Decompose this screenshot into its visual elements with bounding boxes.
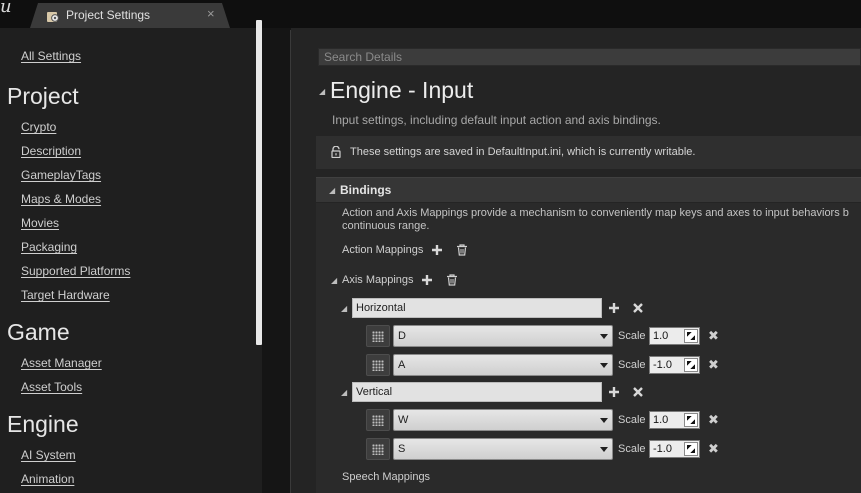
title-bar: u Project Settings ×	[0, 0, 861, 28]
category-supported-platforms[interactable]: Supported Platforms	[21, 264, 130, 278]
keyboard-icon	[372, 331, 384, 342]
key-selector-button[interactable]	[366, 409, 390, 431]
category-asset-tools[interactable]: Asset Tools	[21, 380, 82, 394]
plus-icon[interactable]	[431, 244, 443, 256]
scale-value: -1.0	[653, 443, 672, 455]
chevron-down-icon	[600, 447, 608, 452]
category-crypto[interactable]: Crypto	[21, 120, 56, 134]
key-selector-button[interactable]	[366, 354, 390, 376]
key-selector-button[interactable]	[366, 325, 390, 347]
section-engine: Engine	[7, 411, 79, 437]
category-gameplaytags[interactable]: GameplayTags	[21, 168, 101, 182]
bindings-description: Action and Axis Mappings provide a mecha…	[342, 207, 861, 233]
category-asset-manager[interactable]: Asset Manager	[21, 356, 102, 370]
category-ai-system[interactable]: AI System	[21, 448, 76, 462]
plus-icon[interactable]	[608, 302, 620, 314]
scale-input[interactable]: -1.0	[649, 356, 700, 374]
collapse-arrow-icon[interactable]: ◢	[341, 304, 347, 313]
close-icon[interactable]	[632, 302, 644, 314]
scale-label: Scale	[618, 443, 646, 455]
spinner-icon[interactable]	[684, 442, 698, 456]
bindings-description-line: Action and Axis Mappings provide a mecha…	[342, 207, 849, 219]
axis-name-input[interactable]: Vertical	[352, 382, 602, 402]
keyboard-icon	[372, 360, 384, 371]
remove-key-button[interactable]: ✖	[708, 412, 719, 428]
trash-icon[interactable]	[446, 274, 458, 286]
remove-key-button[interactable]: ✖	[708, 441, 719, 457]
axis-name-input[interactable]: Horizontal	[352, 298, 602, 318]
key-value: D	[398, 330, 406, 342]
collapse-arrow-icon[interactable]: ◢	[341, 388, 347, 397]
collapse-arrow-icon[interactable]: ◢	[329, 186, 335, 195]
bindings-description-line: continuous range.	[342, 220, 430, 232]
tab-label: Project Settings	[66, 8, 151, 22]
plus-icon[interactable]	[421, 274, 433, 286]
tab-project-settings[interactable]: Project Settings ×	[30, 3, 230, 28]
keyboard-icon	[372, 444, 384, 455]
scale-label: Scale	[618, 359, 646, 371]
scale-label: Scale	[618, 330, 646, 342]
category-target-hardware[interactable]: Target Hardware	[21, 288, 110, 302]
key-selector-button[interactable]	[366, 438, 390, 460]
key-dropdown[interactable]: W	[393, 409, 613, 431]
category-packaging[interactable]: Packaging	[21, 240, 77, 254]
chevron-down-icon	[600, 418, 608, 423]
scale-value: -1.0	[653, 359, 672, 371]
chevron-down-icon	[600, 334, 608, 339]
key-dropdown[interactable]: S	[393, 438, 613, 460]
keyboard-icon	[372, 415, 384, 426]
speech-mappings-label: Speech Mappings	[342, 471, 431, 483]
section-game: Game	[7, 319, 70, 345]
lock-icon	[331, 146, 341, 158]
bindings-title: Bindings	[340, 183, 392, 197]
spinner-icon[interactable]	[684, 329, 698, 343]
action-mappings-label: Action Mappings	[342, 244, 424, 256]
key-dropdown[interactable]: D	[393, 325, 613, 347]
gear-icon	[47, 12, 59, 22]
scale-value: 1.0	[653, 330, 669, 342]
scale-label: Scale	[618, 414, 646, 426]
page-description: Input settings, including default input …	[332, 113, 661, 127]
category-animation[interactable]: Animation	[21, 472, 74, 486]
remove-key-button[interactable]: ✖	[708, 328, 719, 344]
collapse-arrow-icon[interactable]: ◢	[331, 276, 337, 285]
collapse-arrow-icon[interactable]: ◢	[319, 87, 325, 96]
category-description[interactable]: Description	[21, 144, 81, 158]
trash-icon[interactable]	[456, 244, 468, 256]
spinner-icon[interactable]	[684, 358, 698, 372]
close-icon[interactable]: ×	[207, 6, 215, 21]
bindings-header[interactable]	[316, 177, 861, 202]
category-movies[interactable]: Movies	[21, 216, 59, 230]
key-value: S	[398, 443, 406, 455]
panel-splitter[interactable]	[262, 28, 290, 493]
scale-input[interactable]: 1.0	[649, 327, 700, 345]
axis-mappings-label: Axis Mappings	[342, 274, 414, 286]
plus-icon[interactable]	[608, 386, 620, 398]
scale-input[interactable]: -1.0	[649, 440, 700, 458]
section-project: Project	[7, 83, 79, 109]
key-dropdown[interactable]: A	[393, 354, 613, 376]
key-value: W	[398, 414, 409, 426]
notice-text: These settings are saved in DefaultInput…	[350, 146, 696, 158]
search-details-input[interactable]: Search Details	[318, 48, 861, 66]
key-value: A	[398, 359, 406, 371]
spinner-icon[interactable]	[684, 413, 698, 427]
remove-key-button[interactable]: ✖	[708, 357, 719, 373]
chevron-down-icon	[600, 363, 608, 368]
category-all-settings[interactable]: All Settings	[21, 49, 81, 63]
category-maps-modes[interactable]: Maps & Modes	[21, 192, 101, 206]
page-title: Engine - Input	[330, 77, 474, 103]
close-icon[interactable]	[632, 386, 644, 398]
engine-logo-icon: u	[0, 0, 12, 17]
scale-value: 1.0	[653, 414, 669, 426]
scale-input[interactable]: 1.0	[649, 411, 700, 429]
